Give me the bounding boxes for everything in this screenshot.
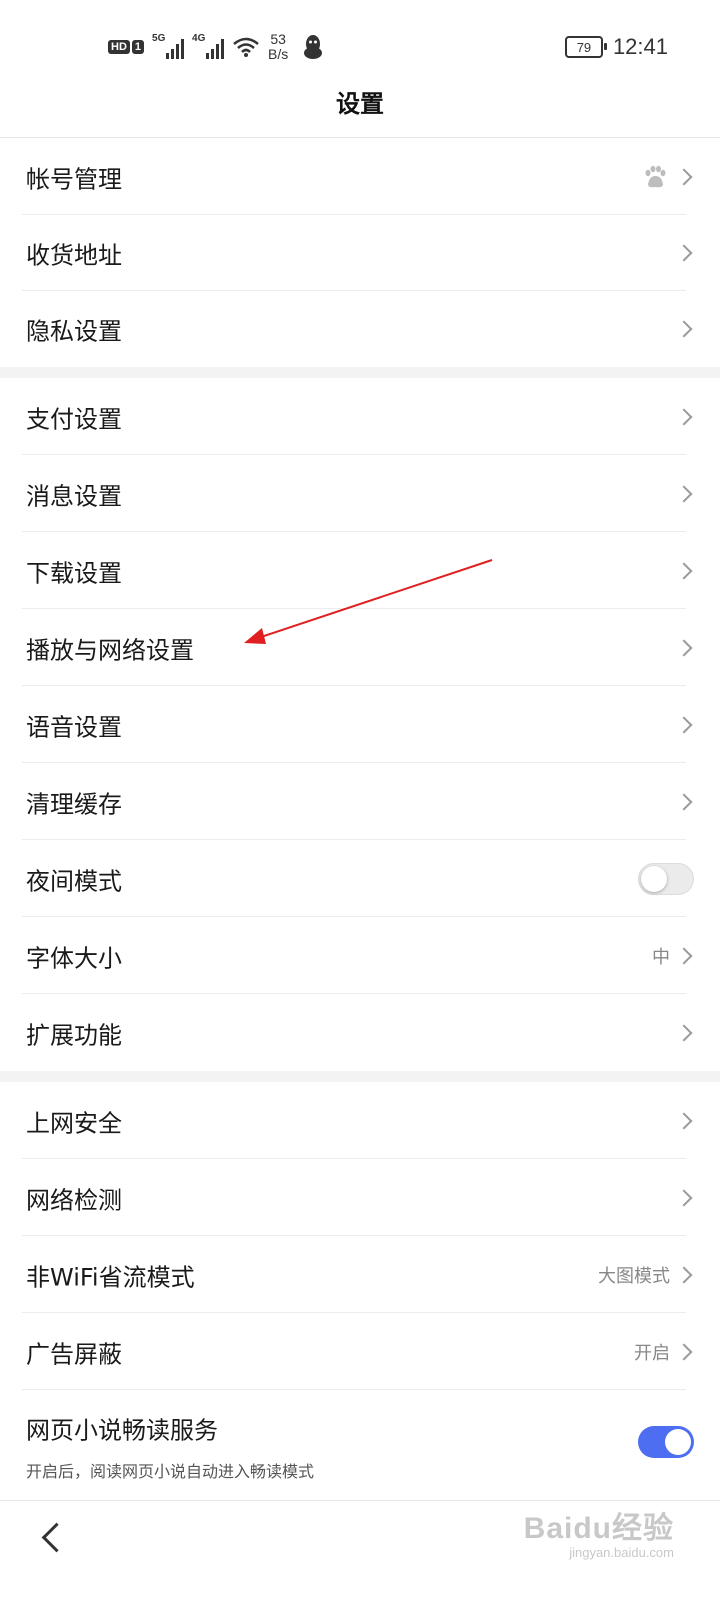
settings-item-extensions[interactable]: 扩展功能 [0, 994, 720, 1071]
settings-item-night-mode: 夜间模式 [0, 840, 720, 917]
night-mode-toggle[interactable] [638, 862, 694, 895]
hd-label: HD [108, 40, 130, 54]
net-type-5g: 5G [152, 33, 166, 44]
settings-item-privacy[interactable]: 隐私设置 [0, 290, 720, 367]
chevron-right-icon [675, 947, 693, 964]
settings-item-label: 清理缓存 [26, 790, 122, 818]
settings-item-playback-network[interactable]: 播放与网络设置 [0, 609, 720, 686]
settings-item-label: 网络检测 [26, 1186, 122, 1214]
font-size-value: 中 [652, 946, 670, 968]
novel-reader-toggle[interactable] [638, 1426, 694, 1458]
chevron-right-icon [675, 1189, 693, 1206]
settings-item-label: 上网安全 [26, 1109, 122, 1137]
settings-item-label: 网页小说畅读服务 [26, 1416, 218, 1445]
status-bar: HD 1 5G 4G 53 B/s 79 12:41 [0, 0, 720, 90]
settings-item-novel-reader: 网页小说畅读服务 开启后，阅读网页小说自动进入畅读模式 [0, 1390, 720, 1494]
settings-item-label: 收货地址 [26, 241, 122, 269]
chevron-right-icon [675, 793, 693, 810]
watermark-title: Baidu经验 [523, 1512, 674, 1545]
section-gap [0, 367, 720, 378]
chevron-right-icon [675, 320, 693, 337]
settings-item-description: 开启后，阅读网页小说自动进入畅读模式 [26, 1462, 315, 1481]
section-gap [0, 1071, 720, 1082]
speed-unit: B/s [268, 46, 289, 62]
chevron-right-icon [675, 562, 693, 579]
settings-item-data-saver[interactable]: 非WiFi省流模式 大图模式 [0, 1236, 720, 1313]
settings-item-payment[interactable]: 支付设置 [0, 378, 720, 455]
settings-item-label: 消息设置 [26, 482, 122, 510]
page-title: 设置 [336, 90, 384, 118]
settings-item-label: 字体大小 [26, 944, 122, 972]
settings-item-voice[interactable]: 语音设置 [0, 686, 720, 763]
settings-item-label: 非WiFi省流模式 [26, 1263, 195, 1291]
chevron-right-icon [675, 716, 693, 733]
settings-item-shipping-address[interactable]: 收货地址 [0, 214, 720, 291]
hd-indicator: HD 1 [108, 40, 145, 54]
settings-item-label: 帐号管理 [26, 165, 122, 193]
qq-penguin-icon [304, 35, 323, 59]
settings-item-label: 播放与网络设置 [26, 636, 194, 664]
toggle-knob [641, 865, 667, 892]
battery-icon: 79 [564, 36, 607, 58]
sim-label: 1 [131, 40, 145, 54]
settings-item-messages[interactable]: 消息设置 [0, 455, 720, 532]
baidu-paw-icon [645, 165, 666, 187]
network-speed: 53 B/s [268, 32, 288, 62]
clock: 12:41 [612, 34, 668, 59]
data-saver-value: 大图模式 [598, 1265, 670, 1287]
back-arrow-icon[interactable] [41, 1522, 72, 1553]
settings-item-label: 广告屏蔽 [26, 1340, 122, 1368]
ad-block-value: 开启 [634, 1342, 670, 1364]
chevron-right-icon [675, 639, 693, 656]
settings-item-label: 隐私设置 [26, 317, 122, 345]
settings-item-label: 支付设置 [26, 405, 122, 433]
wifi-icon [233, 37, 259, 57]
settings-item-account[interactable]: 帐号管理 [0, 138, 720, 215]
settings-item-download[interactable]: 下载设置 [0, 532, 720, 609]
settings-item-label: 下载设置 [26, 559, 122, 587]
signal-5g-icon: 5G [152, 33, 185, 59]
bottom-navigation-bar: Baidu经验 jingyan.baidu.com [0, 1500, 720, 1601]
signal-4g-icon: 4G [192, 33, 225, 59]
settings-item-ad-block[interactable]: 广告屏蔽 开启 [0, 1313, 720, 1390]
chevron-right-icon [675, 408, 693, 425]
net-type-4g: 4G [192, 33, 206, 44]
chevron-right-icon [675, 1024, 693, 1041]
settings-item-web-security[interactable]: 上网安全 [0, 1082, 720, 1159]
chevron-right-icon [675, 1343, 693, 1360]
chevron-right-icon [675, 485, 693, 502]
settings-item-label: 夜间模式 [26, 867, 122, 895]
settings-item-clear-cache[interactable]: 清理缓存 [0, 763, 720, 840]
settings-item-network-check[interactable]: 网络检测 [0, 1159, 720, 1236]
baidu-jingyan-watermark: Baidu经验 jingyan.baidu.com [524, 1503, 674, 1560]
settings-item-font-size[interactable]: 字体大小 中 [0, 917, 720, 994]
settings-item-label: 语音设置 [26, 713, 122, 741]
watermark-url: jingyan.baidu.com [569, 1545, 674, 1560]
chevron-right-icon [675, 1266, 693, 1283]
battery-level: 79 [576, 39, 592, 55]
chevron-right-icon [675, 244, 693, 261]
speed-value: 53 [270, 31, 286, 47]
settings-item-label: 扩展功能 [26, 1021, 122, 1049]
chevron-right-icon [675, 1112, 693, 1129]
chevron-right-icon [675, 168, 693, 185]
toggle-knob [665, 1429, 691, 1455]
